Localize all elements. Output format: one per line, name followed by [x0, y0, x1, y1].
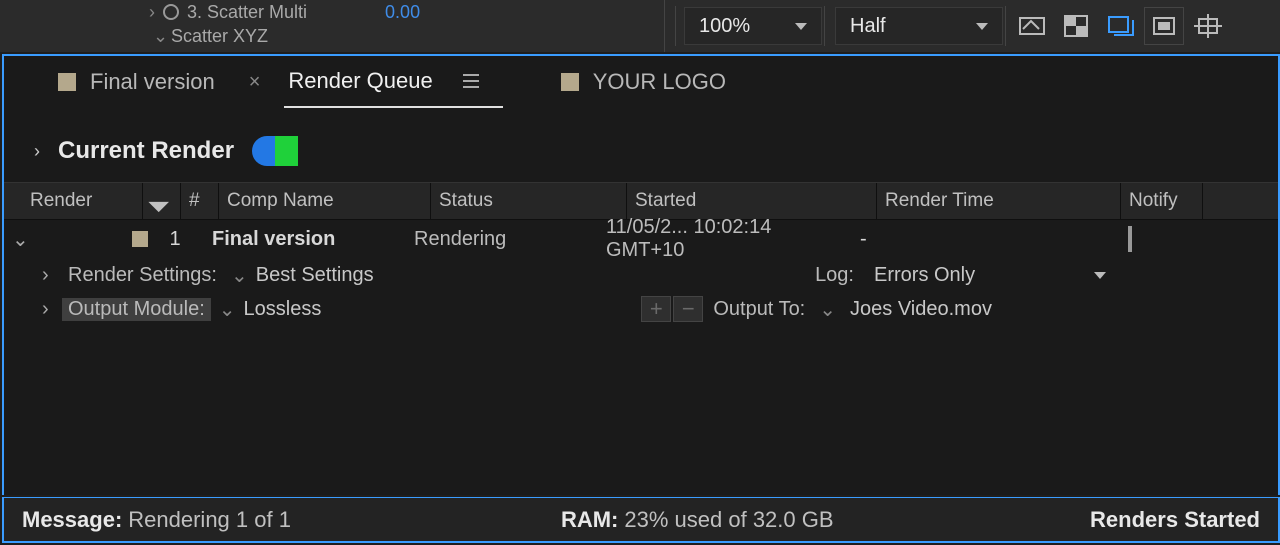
queue-row[interactable]: ⌄ 1 Final version Rendering 11/05/2... 1… — [4, 220, 1278, 258]
ram-value: 23% used of 32.0 GB — [624, 507, 833, 533]
message-label: Message: — [22, 507, 122, 533]
tab-render-queue[interactable]: Render Queue — [284, 57, 502, 109]
close-icon[interactable]: × — [249, 71, 261, 94]
row-render-time: - — [852, 228, 1096, 251]
current-render-section: › Current Render — [4, 108, 1278, 182]
output-module-row: › Output Module: ⌄ Lossless + − Output T… — [4, 292, 1278, 326]
effects-panel-fragment: › 3. Scatter Multi 0.00 ⌄ Scatter XYZ — [0, 0, 664, 52]
effect-property-value[interactable]: 0.00 — [385, 2, 420, 23]
row-started: 11/05/2... 10:02:14 GMT+10 — [602, 216, 852, 262]
divider — [824, 6, 825, 46]
queue-header-row: Render ◣ # Comp Name Status Started Rend… — [4, 182, 1278, 220]
col-comp-name[interactable]: Comp Name — [218, 183, 430, 219]
chevron-right-icon[interactable]: › — [145, 2, 159, 23]
render-settings-label: Render Settings: — [62, 264, 223, 287]
effect-row-scatter-xyz[interactable]: ⌄ Scatter XYZ — [153, 24, 664, 48]
viewer-controls: 100% Half — [664, 0, 1280, 52]
col-render-time[interactable]: Render Time — [876, 183, 1120, 219]
col-render[interactable]: Render — [22, 183, 142, 219]
col-number[interactable]: # — [180, 183, 218, 219]
renders-started-label: Renders Started — [1090, 507, 1260, 533]
status-bar: Message: Rendering 1 of 1 RAM: 23% used … — [2, 497, 1280, 543]
row-number: 1 — [156, 228, 194, 251]
output-to-label: Output To: — [713, 298, 805, 321]
transparency-grid-icon[interactable] — [1056, 7, 1096, 45]
chevron-right-icon[interactable]: › — [42, 264, 62, 287]
notify-checkbox[interactable] — [1128, 226, 1132, 252]
add-output-button[interactable]: + — [641, 296, 671, 322]
output-module-value[interactable]: Lossless — [244, 298, 322, 321]
row-notify — [1096, 228, 1178, 251]
divider — [675, 6, 676, 46]
region-of-interest-icon[interactable] — [1144, 7, 1184, 45]
col-label[interactable]: ◣ — [142, 183, 180, 219]
panel-menu-icon[interactable] — [463, 74, 479, 88]
render-settings-row: › Render Settings: ⌄ Best Settings Log: … — [4, 258, 1278, 292]
chevron-down-icon — [795, 23, 807, 30]
chevron-right-icon[interactable]: › — [34, 141, 40, 162]
col-started[interactable]: Started — [626, 183, 876, 219]
chevron-down-icon — [976, 23, 988, 30]
composition-swatch-icon — [561, 73, 579, 91]
output-filename[interactable]: Joes Video.mov — [850, 298, 992, 321]
tab-your-logo[interactable]: YOUR LOGO — [557, 56, 750, 108]
col-status[interactable]: Status — [430, 183, 626, 219]
resolution-dropdown[interactable]: Half — [835, 7, 1003, 45]
row-status: Rendering — [406, 228, 602, 251]
render-settings-value[interactable]: Best Settings — [256, 264, 374, 287]
tab-label: Final version — [90, 69, 215, 95]
remove-output-button[interactable]: − — [673, 296, 703, 322]
chevron-down-icon[interactable]: ⌄ — [819, 297, 836, 322]
output-module-add-remove: + − — [641, 296, 703, 322]
log-dropdown[interactable]: Errors Only — [862, 264, 1118, 287]
resolution-value: Half — [850, 15, 886, 38]
zoom-value: 100% — [699, 15, 750, 38]
guides-icon[interactable] — [1188, 7, 1228, 45]
exposure-icon[interactable] — [1012, 7, 1052, 45]
log-value: Errors Only — [874, 264, 975, 287]
composition-swatch-icon — [58, 73, 76, 91]
tab-label: YOUR LOGO — [593, 69, 726, 95]
keyframe-toggle-icon[interactable] — [163, 4, 179, 20]
log-label: Log: — [815, 264, 854, 287]
mask-visibility-icon[interactable] — [1100, 7, 1140, 45]
message-value: Rendering 1 of 1 — [128, 507, 291, 533]
col-spacer — [1202, 183, 1219, 219]
chevron-down-icon[interactable]: ⌄ — [153, 26, 167, 47]
tag-icon: ◣ — [145, 188, 172, 215]
chevron-down-icon[interactable]: ⌄ — [12, 227, 34, 252]
render-queue-panel: › Current Render Render ◣ # Comp Name St… — [2, 108, 1280, 495]
zoom-dropdown[interactable]: 100% — [684, 7, 822, 45]
tab-label: Render Queue — [288, 68, 432, 94]
current-render-label: Current Render — [58, 137, 234, 165]
tab-final-version[interactable]: Final version × — [54, 56, 284, 108]
row-comp-name: Final version — [194, 228, 406, 251]
chevron-right-icon[interactable]: › — [42, 298, 62, 321]
panel-tabs: Final version × Render Queue YOUR LOGO — [2, 54, 1280, 108]
output-module-label: Output Module: — [62, 298, 211, 321]
effect-row-scatter-multi[interactable]: › 3. Scatter Multi 0.00 — [145, 0, 664, 24]
chevron-down-icon[interactable]: ⌄ — [231, 263, 248, 288]
chevron-down-icon[interactable]: ⌄ — [219, 297, 236, 322]
ram-label: RAM: — [561, 507, 618, 533]
render-progress-indicator — [252, 136, 298, 166]
label-swatch-icon[interactable] — [132, 231, 148, 247]
col-notify[interactable]: Notify — [1120, 183, 1202, 219]
chevron-down-icon — [1094, 272, 1106, 279]
effect-property-label: 3. Scatter Multi — [187, 2, 307, 23]
divider — [1005, 6, 1006, 46]
effect-group-label: Scatter XYZ — [171, 26, 268, 47]
